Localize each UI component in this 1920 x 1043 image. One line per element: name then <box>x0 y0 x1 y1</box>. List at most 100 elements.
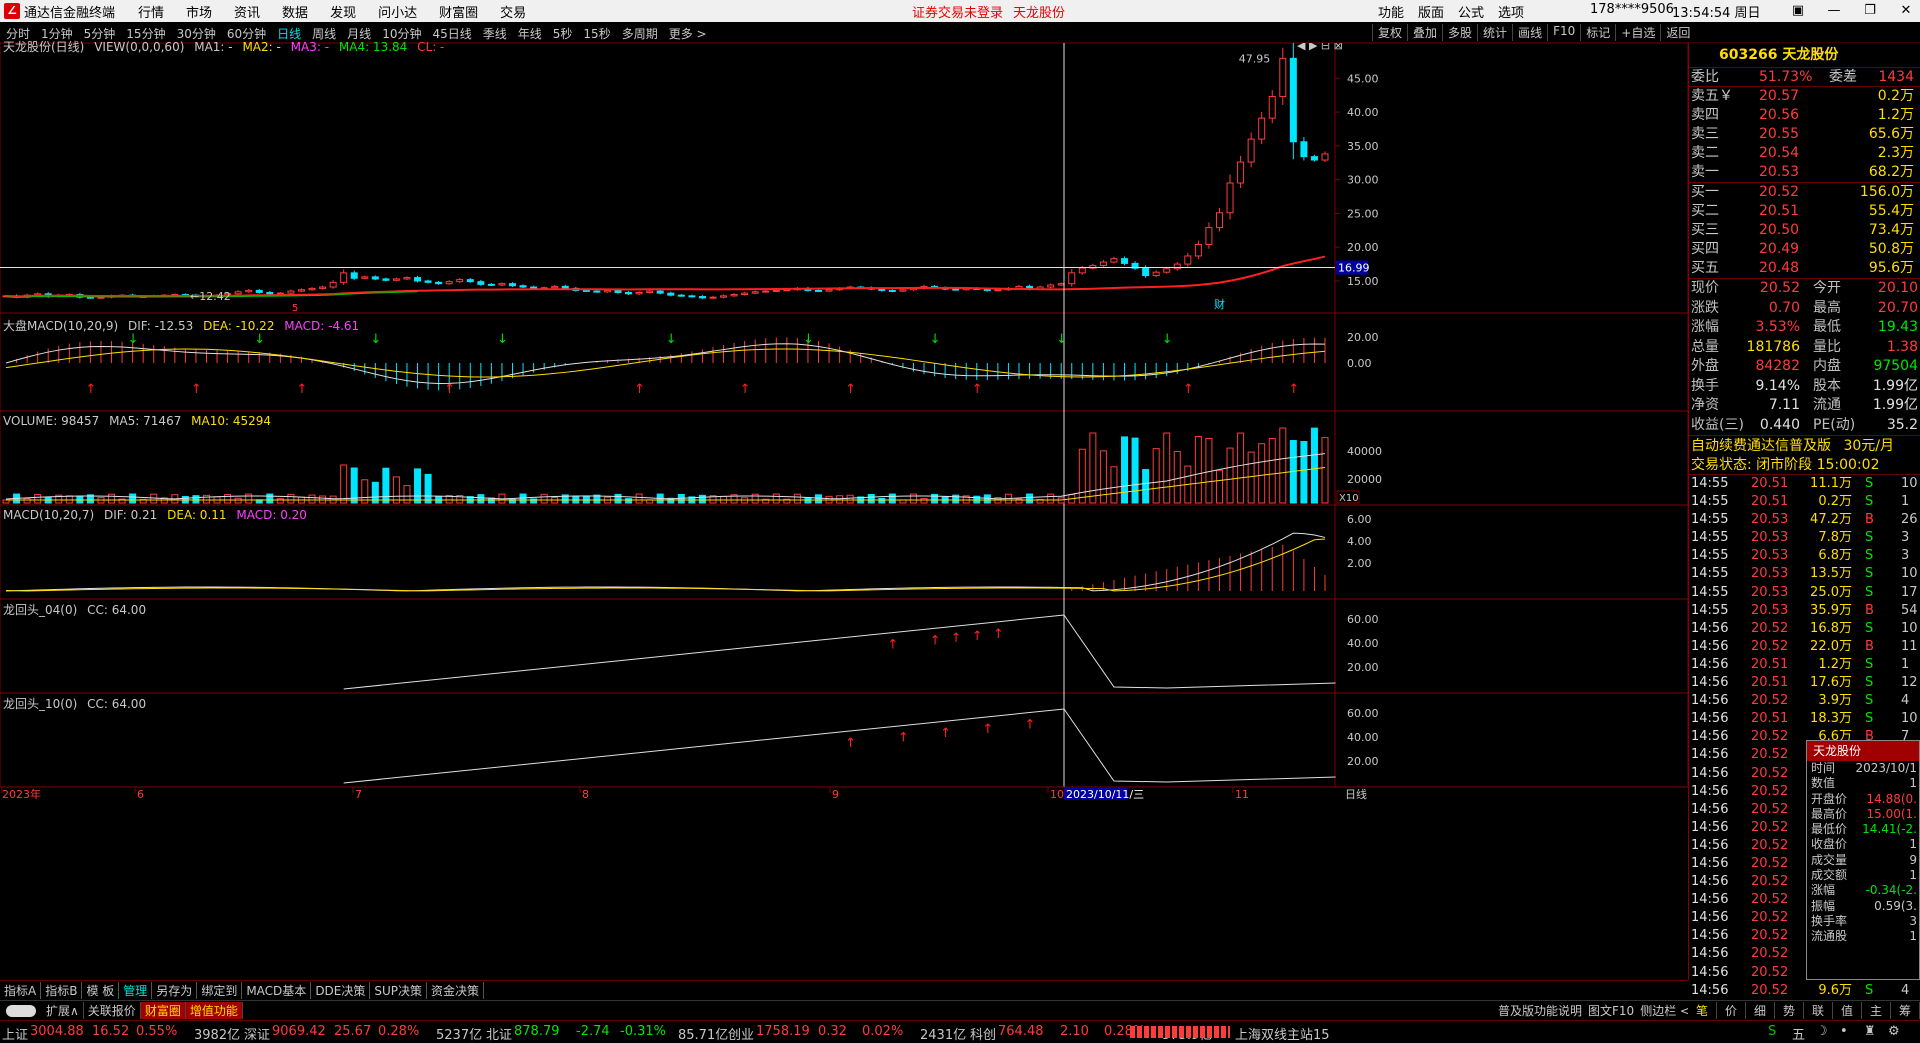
menu-item-7[interactable]: 交易 <box>500 2 526 21</box>
right-tab-0[interactable]: 笔 <box>1688 1002 1717 1019</box>
right-menu-item-3[interactable]: 选项 <box>1498 2 1524 21</box>
volume-bar <box>983 494 991 504</box>
indicator-tab-4[interactable]: 另存为 <box>152 982 198 999</box>
chart-area[interactable]: 45.00 40.00 35.00 30.00 25.00 20.00 15.00 47.95… <box>0 40 1688 980</box>
right-tab-7[interactable]: 筹 <box>1891 1002 1920 1019</box>
date-tick-label: 10 <box>1050 788 1064 801</box>
indicator-tab-9[interactable]: 资金决策 <box>427 982 485 999</box>
tool-button-4[interactable]: 画线 <box>1512 24 1547 41</box>
login-warning[interactable]: 证券交易未登录 天龙股份 <box>912 2 1065 21</box>
volume-bar <box>1310 427 1318 504</box>
right-menu-item-2[interactable]: 公式 <box>1458 2 1484 21</box>
indicator-tab-3[interactable]: 管理 <box>119 982 153 999</box>
tray-s-icon[interactable]: S <box>1768 1024 1776 1039</box>
tray-wu-icon[interactable]: 五 <box>1792 1024 1805 1043</box>
period-tab-14[interactable]: 15秒 <box>583 25 610 42</box>
buy-arrow-icon: ↑ <box>85 382 96 397</box>
order-row[interactable]: 卖三 20.55 65.6万 <box>1689 125 1920 144</box>
candle-body <box>456 279 464 283</box>
menu-item-6[interactable]: 财富圈 <box>439 2 478 21</box>
candle-body <box>308 287 316 291</box>
candle-body <box>287 290 295 294</box>
order-row[interactable]: 卖一 20.53 68.2万 <box>1689 163 1920 182</box>
ext-tab-0[interactable]: 扩展∧ <box>42 1002 84 1019</box>
buy-orders: 买一 20.52 156.0万 买二 20.51 55.4万 买三 20.50 73.4万 买四 2… <box>1689 182 1920 278</box>
fee-banner[interactable]: 自动续费通达信普及版 30元/月 <box>1689 435 1920 455</box>
tool-button-5[interactable]: F10 <box>1547 24 1580 41</box>
toggle-switch[interactable] <box>6 1004 36 1017</box>
indicator-tab-7[interactable]: DDE决策 <box>311 982 371 999</box>
right-tab-2[interactable]: 细 <box>1746 1002 1775 1019</box>
close-icon[interactable]: ✕ <box>1888 0 1920 22</box>
order-row[interactable]: 买二 20.51 55.4万 <box>1689 202 1920 221</box>
minimize-icon[interactable]: — <box>1816 0 1852 22</box>
right-menu-item-0[interactable]: 功能 <box>1378 2 1404 21</box>
period-tab-16[interactable]: 更多 > <box>669 25 707 42</box>
ext-tab-2[interactable]: 财富圈 <box>140 1002 186 1019</box>
tray-moon-icon[interactable]: ☽ <box>1816 1024 1828 1039</box>
volume-bar <box>392 476 400 504</box>
tray-shirt-icon[interactable]: ♜ <box>1864 1024 1876 1039</box>
order-row[interactable]: 买一 20.52 156.0万 <box>1689 183 1920 202</box>
volume-bar <box>224 494 232 504</box>
period-tab-13[interactable]: 5秒 <box>553 25 573 42</box>
tool-button-3[interactable]: 统计 <box>1477 24 1512 41</box>
candle-body <box>646 290 654 293</box>
popup-row: 涨幅 -0.34(-2. <box>1811 883 1917 898</box>
period-tab-11[interactable]: 季线 <box>483 25 507 42</box>
right-menu-item-1[interactable]: 版面 <box>1418 2 1444 21</box>
period-tab-15[interactable]: 多周期 <box>622 25 658 42</box>
order-row[interactable]: 买五 20.48 95.6万 <box>1689 259 1920 278</box>
index-val: 9069.42 <box>272 1024 326 1039</box>
tray-dot-icon[interactable]: • <box>1840 1024 1848 1039</box>
ext-tab-3[interactable]: 增值功能 <box>185 1002 243 1019</box>
menu-item-1[interactable]: 市场 <box>186 2 212 21</box>
order-row[interactable]: 卖四 20.56 1.2万 <box>1689 106 1920 125</box>
order-row[interactable]: 卖五￥ 20.57 0.2万 <box>1689 87 1920 106</box>
right-tab-1[interactable]: 价 <box>1717 1002 1746 1019</box>
right-tab-3[interactable]: 势 <box>1775 1002 1804 1019</box>
period-tab-12[interactable]: 年线 <box>518 25 542 42</box>
settings-icon[interactable]: ▣ <box>1780 0 1816 22</box>
tool-button-2[interactable]: 多股 <box>1442 24 1477 41</box>
indicator-tab-2[interactable]: 模 板 <box>82 982 120 999</box>
right-tab-4[interactable]: 联 <box>1804 1002 1833 1019</box>
index-pct: 0.28% <box>378 1024 420 1039</box>
tool-button-7[interactable]: +自选 <box>1615 24 1660 41</box>
tick-row: 14:55 20.53 7.8万 S 3 <box>1691 530 1910 546</box>
volume-bar <box>23 497 31 504</box>
volume-bar <box>1173 450 1181 504</box>
indicator-tab-0[interactable]: 指标A <box>0 982 42 999</box>
indicator-tab-6[interactable]: MACD基本 <box>242 982 312 999</box>
tool-button-0[interactable]: 复权 <box>1372 24 1407 41</box>
order-row[interactable]: 买四 20.49 50.8万 <box>1689 240 1920 259</box>
buy-arrow-icon: ↑ <box>634 382 645 397</box>
menu-item-4[interactable]: 发现 <box>330 2 356 21</box>
ext-tab-1[interactable]: 关联报价 <box>84 1002 141 1019</box>
tool-button-6[interactable]: 标记 <box>1580 24 1615 41</box>
tray-gear-icon[interactable]: ⚙ <box>1888 1024 1900 1039</box>
menu-item-2[interactable]: 资讯 <box>234 2 260 21</box>
user-account[interactable]: 178****9506 <box>1590 2 1674 17</box>
candle-body <box>688 295 696 298</box>
popup-row: 数值 1 <box>1811 776 1917 791</box>
indicator-tab-5[interactable]: 绑定到 <box>197 982 243 999</box>
order-row[interactable]: 买三 20.50 73.4万 <box>1689 221 1920 240</box>
right-tab-5[interactable]: 值 <box>1833 1002 1862 1019</box>
volume-bar <box>1121 436 1129 504</box>
order-row[interactable]: 卖二 20.54 2.3万 <box>1689 144 1920 163</box>
quote-header[interactable]: 603266 天龙股份 <box>1689 43 1920 67</box>
tool-button-1[interactable]: 叠加 <box>1407 24 1442 41</box>
maximize-icon[interactable]: ❐ <box>1852 0 1888 22</box>
candle-body <box>677 294 685 297</box>
menu-item-5[interactable]: 问小达 <box>378 2 417 21</box>
menu-item-3[interactable]: 数据 <box>282 2 308 21</box>
right-tab-6[interactable]: 主 <box>1862 1002 1891 1019</box>
indicator-tab-8[interactable]: SUP决策 <box>370 982 428 999</box>
tool-button-8[interactable]: 返回 <box>1660 24 1695 41</box>
bottom-note[interactable]: 普及版功能说明 图文F10 侧边栏 < <box>1498 1002 1690 1019</box>
indicator-tab-1[interactable]: 指标B <box>41 982 83 999</box>
volume-bar <box>1321 437 1329 504</box>
candle-body <box>1226 182 1234 214</box>
menu-item-0[interactable]: 行情 <box>138 2 164 21</box>
